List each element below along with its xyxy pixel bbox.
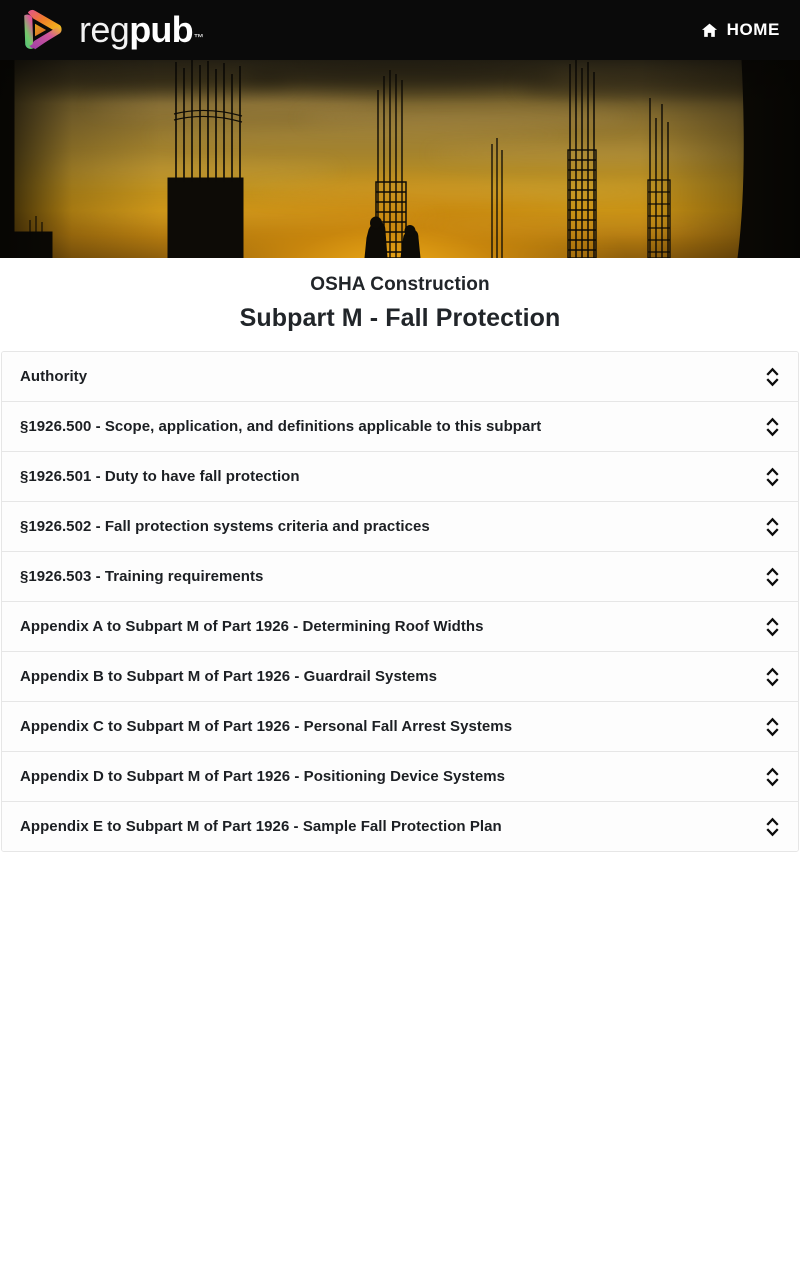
accordion-item: Appendix B to Subpart M of Part 1926 - G… — [2, 652, 798, 703]
accordion-item-label: Appendix C to Subpart M of Part 1926 - P… — [20, 717, 513, 735]
hero-construction-image — [0, 60, 800, 258]
accordion-header-7[interactable]: Appendix B to Subpart M of Part 1926 - G… — [2, 652, 798, 702]
chevron-up-down-icon[interactable] — [761, 364, 783, 390]
chevron-up-down-icon[interactable] — [761, 414, 783, 440]
regpub-play-triangle-logo-icon — [16, 6, 70, 54]
chevron-up-down-icon[interactable] — [761, 664, 783, 690]
hero-vignette-overlay — [0, 60, 800, 258]
accordion-item: §1926.500 - Scope, application, and defi… — [2, 402, 798, 453]
brand-trademark: ™ — [193, 33, 204, 44]
accordion-item: §1926.501 - Duty to have fall protection — [2, 452, 798, 503]
home-nav-label: HOME — [726, 20, 780, 39]
accordion-item-label: §1926.503 - Training requirements — [20, 567, 264, 585]
accordion-item: Appendix C to Subpart M of Part 1926 - P… — [2, 702, 798, 753]
accordion-header-2[interactable]: §1926.500 - Scope, application, and defi… — [2, 402, 798, 452]
section-accordion-list: Authority §1926.500 - Scope, application,… — [1, 351, 799, 853]
accordion-header-10[interactable]: Appendix E to Subpart M of Part 1926 - S… — [2, 802, 798, 852]
accordion-header-9[interactable]: Appendix D to Subpart M of Part 1926 - P… — [2, 752, 798, 802]
brand-wordmark: reg pub ™ — [79, 12, 204, 48]
accordion-item: Authority — [2, 352, 798, 403]
accordion-item-label: Appendix D to Subpart M of Part 1926 - P… — [20, 767, 506, 785]
chevron-up-down-icon[interactable] — [761, 564, 783, 590]
brand-logo-link[interactable]: reg pub ™ — [16, 6, 204, 54]
accordion-item-label: §1926.502 - Fall protection systems crit… — [20, 517, 430, 535]
navbar-right-group: HOME — [699, 14, 782, 46]
accordion-header-5[interactable]: §1926.503 - Training requirements — [2, 552, 798, 602]
chevron-up-down-icon[interactable] — [761, 464, 783, 490]
accordion-item-label: §1926.500 - Scope, application, and defi… — [20, 417, 542, 435]
accordion-item: Appendix D to Subpart M of Part 1926 - P… — [2, 752, 798, 803]
home-icon — [701, 22, 718, 39]
chevron-up-down-icon[interactable] — [761, 764, 783, 790]
chevron-up-down-icon[interactable] — [761, 814, 783, 840]
accordion-header-6[interactable]: Appendix A to Subpart M of Part 1926 - D… — [2, 602, 798, 652]
accordion-header-3[interactable]: §1926.501 - Duty to have fall protection — [2, 452, 798, 502]
accordion-item: §1926.502 - Fall protection systems crit… — [2, 502, 798, 553]
accordion-header-8[interactable]: Appendix C to Subpart M of Part 1926 - P… — [2, 702, 798, 752]
accordion-item-label: Authority — [20, 367, 88, 385]
brand-word-bold: pub — [129, 9, 193, 50]
home-nav-link[interactable]: HOME — [699, 14, 782, 46]
accordion-item: Appendix A to Subpart M of Part 1926 - D… — [2, 602, 798, 653]
accordion-header-4[interactable]: §1926.502 - Fall protection systems crit… — [2, 502, 798, 552]
page-supertitle: OSHA Construction — [310, 274, 490, 295]
accordion-item-label: §1926.501 - Duty to have fall protection — [20, 467, 300, 485]
page-title-block: OSHA Construction Subpart M - Fall Prote… — [0, 258, 800, 351]
accordion-item-label: Appendix E to Subpart M of Part 1926 - S… — [20, 817, 502, 835]
accordion-item-label: Appendix A to Subpart M of Part 1926 - D… — [20, 617, 484, 635]
accordion-item: Appendix E to Subpart M of Part 1926 - S… — [2, 802, 798, 852]
brand-word-light: reg — [79, 9, 130, 50]
chevron-up-down-icon[interactable] — [761, 614, 783, 640]
accordion-item-label: Appendix B to Subpart M of Part 1926 - G… — [20, 667, 438, 685]
accordion-item: §1926.503 - Training requirements — [2, 552, 798, 603]
accordion-header-1[interactable]: Authority — [2, 352, 798, 402]
chevron-up-down-icon[interactable] — [761, 714, 783, 740]
page-title: Subpart M - Fall Protection — [239, 303, 561, 332]
chevron-up-down-icon[interactable] — [761, 514, 783, 540]
top-navbar: reg pub ™ HOME — [0, 0, 800, 60]
